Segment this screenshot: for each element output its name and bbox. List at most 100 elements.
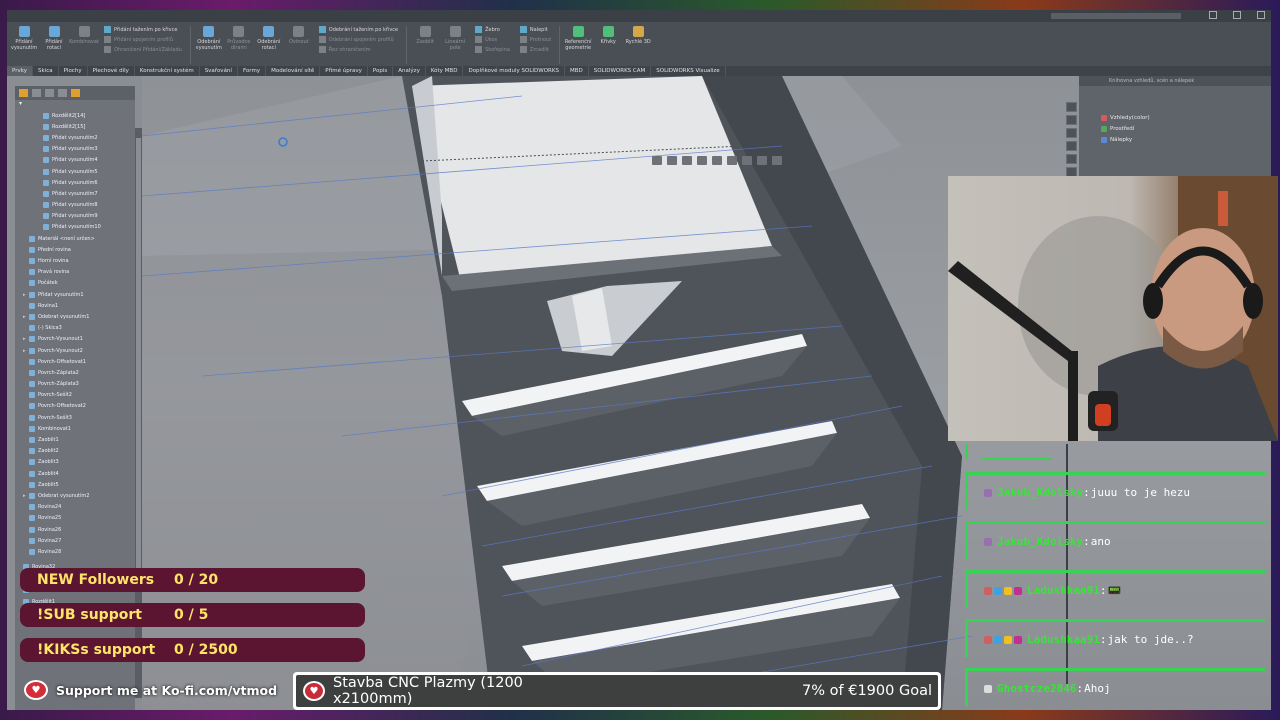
search-box[interactable] <box>1051 13 1181 19</box>
command-tab[interactable]: Popis <box>368 66 394 76</box>
display-manager-icon[interactable] <box>71 89 80 97</box>
zoom-area-icon[interactable] <box>667 156 677 165</box>
ribbon-menu-item[interactable]: Zrcadlit <box>519 46 551 53</box>
command-tab[interactable]: Plechové díly <box>88 66 135 76</box>
task-pane-item[interactable]: Prostředí <box>1079 123 1271 134</box>
feature-tree-item[interactable]: ▸ Odebrat vysunutím2 <box>15 490 135 501</box>
feature-tree-item[interactable]: ▸ Povrch-Vysunout2 <box>15 345 135 356</box>
feature-tree-item[interactable]: Povrch-Záplata2 <box>15 367 135 378</box>
property-manager-icon[interactable] <box>32 89 41 97</box>
ribbon-menu-item[interactable]: Přidání spojením profilů <box>104 36 182 43</box>
feature-tree-item[interactable]: Rozdělit2[15] <box>15 121 135 132</box>
ribbon-menu-item[interactable]: Přidání tažením po křivce <box>104 26 182 33</box>
feature-tree-item[interactable]: Rozdělit2[14] <box>15 110 135 121</box>
ribbon-menu-item[interactable]: Nalepit <box>519 26 551 33</box>
scrollbar-thumb[interactable] <box>136 138 141 578</box>
ribbon-menu-item[interactable]: Řez ohraničením <box>318 46 398 53</box>
ribbon-button[interactable]: Odebrání rotací <box>254 26 284 51</box>
feature-tree-item[interactable]: Přidat vysunutím9 <box>15 211 135 222</box>
command-tab[interactable]: SOLIDWORKS Visualize <box>651 66 726 76</box>
feature-tree-item[interactable]: Přidat vysunutím5 <box>15 166 135 177</box>
command-tab[interactable]: Prvky <box>7 66 33 76</box>
ribbon-button[interactable]: Rychlé 3D <box>623 26 653 45</box>
command-tab[interactable]: SOLIDWORKS CAM <box>589 66 652 76</box>
feature-tree-item[interactable]: Povrch-Offsetovat1 <box>15 356 135 367</box>
feature-tree-item[interactable]: Rovina25 <box>15 513 135 524</box>
command-tab[interactable]: Doplňkové moduly SOLIDWORKS <box>463 66 565 76</box>
ribbon-menu-item[interactable]: Žebro <box>475 26 510 33</box>
ribbon-button[interactable]: Přidání rotací <box>39 26 69 51</box>
ribbon-menu-item[interactable]: Skořepina <box>475 46 510 53</box>
command-tab[interactable]: Modelování sítě <box>266 66 321 76</box>
appearance-icon[interactable] <box>757 156 767 165</box>
feature-tree-item[interactable]: Povrch-Sešít3 <box>15 412 135 423</box>
feature-tree-item[interactable]: Přidat vysunutím6 <box>15 177 135 188</box>
hide-show-icon[interactable] <box>742 156 752 165</box>
ribbon-button[interactable]: Odebrání vysunutím <box>194 26 224 51</box>
feature-tree-item[interactable]: Přidat vysunutím3 <box>15 144 135 155</box>
ribbon-button[interactable]: Kombinovat <box>69 26 99 45</box>
feature-tree-item[interactable]: Horní rovina <box>15 255 135 266</box>
command-tab[interactable]: Plochy <box>59 66 88 76</box>
command-tab[interactable]: Analýzy <box>393 66 426 76</box>
feature-tree-item[interactable]: Povrch-Sešít2 <box>15 390 135 401</box>
ribbon-menu-item[interactable]: Úkos <box>475 36 510 43</box>
ribbon-button[interactable]: Referenční geometrie <box>563 26 593 51</box>
scene-icon[interactable] <box>772 156 782 165</box>
configuration-manager-icon[interactable] <box>45 89 54 97</box>
feature-tree-item[interactable]: Povrch-Záplata3 <box>15 379 135 390</box>
ribbon-menu-item[interactable]: Protnout <box>519 36 551 43</box>
feature-tree-item[interactable]: Přidat vysunutím4 <box>15 155 135 166</box>
feature-tree-item[interactable]: Materiál <není určen> <box>15 233 135 244</box>
ribbon-button[interactable]: Průvodce dírami <box>224 26 254 51</box>
ribbon-button[interactable]: Lineární pole <box>440 26 470 51</box>
ribbon-button[interactable]: Přidání vysunutím <box>9 26 39 51</box>
feature-tree-item[interactable]: Povrch-Offsetovat2 <box>15 401 135 412</box>
feature-tree-item[interactable]: Kombinovat1 <box>15 423 135 434</box>
ribbon-menu-item[interactable]: Ohraničení Přidání/Základu <box>104 46 182 53</box>
feature-tree-item[interactable]: Zaoblit1 <box>15 434 135 445</box>
command-tab[interactable]: Skica <box>33 66 59 76</box>
home-icon[interactable] <box>1066 102 1077 112</box>
dimxpert-icon[interactable] <box>58 89 67 97</box>
feature-tree-item[interactable]: ▸ Odebrat vysunutím1 <box>15 311 135 322</box>
feature-tree-item[interactable]: ▸ Přidat vysunutím1 <box>15 289 135 300</box>
design-library-icon[interactable] <box>1066 128 1077 138</box>
maximize-icon[interactable] <box>1233 11 1241 19</box>
feature-tree-item[interactable]: Přidat vysunutím8 <box>15 200 135 211</box>
feature-tree-item[interactable]: Pravá rovina <box>15 267 135 278</box>
minimize-icon[interactable] <box>1209 11 1217 19</box>
feature-tree-item[interactable]: (-) Skica3 <box>15 323 135 334</box>
ribbon-menu-item[interactable]: Odebrání tažením po křivce <box>318 26 398 33</box>
command-tab[interactable]: Konstrukční systém <box>135 66 200 76</box>
feature-tree-item[interactable]: Zaoblit5 <box>15 479 135 490</box>
feature-tree-item[interactable]: Počátek <box>15 278 135 289</box>
feature-manager-icon[interactable] <box>19 89 28 97</box>
feature-tree-item[interactable]: Přední rovina <box>15 244 135 255</box>
feature-tree-item[interactable]: Rovina26 <box>15 524 135 535</box>
feature-tree-item[interactable]: Rovina27 <box>15 535 135 546</box>
feature-tree-item[interactable]: Přidat vysunutím7 <box>15 188 135 199</box>
ribbon-button[interactable]: Křivky <box>593 26 623 45</box>
command-tab[interactable]: Formy <box>238 66 267 76</box>
previous-view-icon[interactable] <box>682 156 692 165</box>
display-style-icon[interactable] <box>727 156 737 165</box>
feature-tree-item[interactable]: Zaoblit4 <box>15 468 135 479</box>
feature-tree-item[interactable]: Přidat vysunutím10 <box>15 222 135 233</box>
section-view-icon[interactable] <box>697 156 707 165</box>
ribbon-button[interactable]: Ovinout <box>284 26 314 45</box>
filter-icon[interactable]: ▾ <box>15 100 135 110</box>
command-tab[interactable]: Svařování <box>200 66 238 76</box>
command-tab[interactable]: Přímé úpravy <box>320 66 368 76</box>
feature-tree-item[interactable]: Zaoblit2 <box>15 446 135 457</box>
feature-tree-item[interactable]: Rovina28 <box>15 546 135 557</box>
feature-tree-item[interactable]: ▸ Povrch-Vysunout1 <box>15 334 135 345</box>
ribbon-menu-item[interactable]: Odebrání spojením profilů <box>318 36 398 43</box>
command-tab[interactable]: MBD <box>565 66 589 76</box>
feature-tree-item[interactable]: Zaoblit3 <box>15 457 135 468</box>
view-orientation-icon[interactable] <box>712 156 722 165</box>
zoom-icon[interactable] <box>652 156 662 165</box>
feature-tree-item[interactable]: Rovina1 <box>15 300 135 311</box>
resources-icon[interactable] <box>1066 115 1077 125</box>
file-explorer-icon[interactable] <box>1066 141 1077 151</box>
